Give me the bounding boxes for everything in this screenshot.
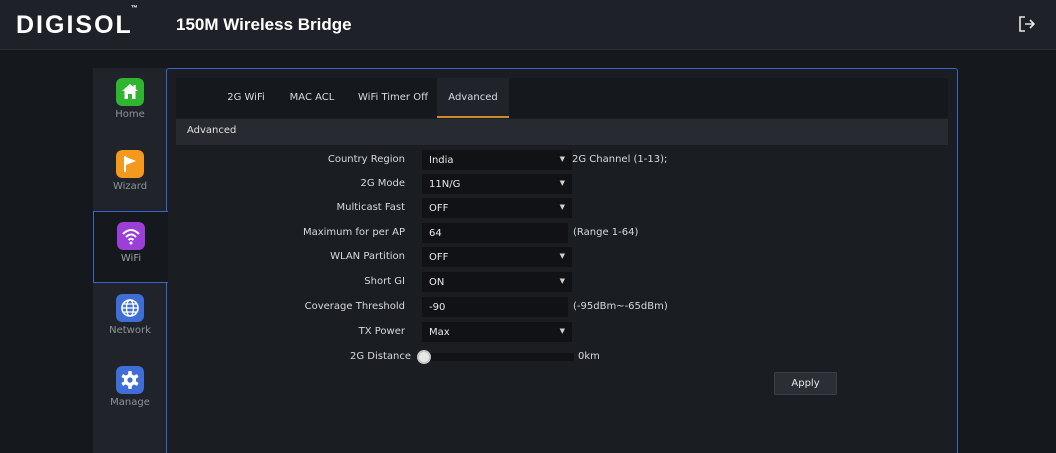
- max-per-ap-input[interactable]: 64: [422, 223, 568, 243]
- sidebar-item-label: Wizard: [112, 181, 148, 192]
- row-tx-power: TX Power Max ▼: [167, 322, 957, 342]
- home-icon: [116, 78, 144, 106]
- content-panel: 2G WiFi MAC ACL WiFi Timer Off Advanced …: [166, 68, 958, 453]
- multicast-fast-label: Multicast Fast: [336, 202, 405, 213]
- sidebar: Home Wizard WiFi Network Manage: [93, 68, 168, 453]
- 2g-mode-label: 2G Mode: [360, 178, 405, 189]
- logout-icon[interactable]: [1016, 13, 1038, 35]
- apply-button[interactable]: Apply: [774, 372, 837, 395]
- flag-icon: [116, 150, 144, 178]
- caret-down-icon: ▼: [559, 179, 565, 187]
- short-gi-select[interactable]: ON ▼: [422, 272, 572, 292]
- row-2g-mode: 2G Mode 11N/G ▼: [167, 174, 957, 194]
- coverage-threshold-input[interactable]: -90: [422, 297, 568, 317]
- multicast-fast-select[interactable]: OFF ▼: [422, 198, 572, 218]
- sidebar-item-manage[interactable]: Manage: [93, 356, 167, 426]
- section-header: Advanced: [176, 119, 948, 145]
- channel-hint: 2G Channel (1-13);: [572, 154, 668, 165]
- row-coverage-threshold: Coverage Threshold -90 (-95dBm~-65dBm): [167, 297, 957, 317]
- sidebar-item-label: WiFi: [120, 253, 142, 264]
- row-multicast-fast: Multicast Fast OFF ▼: [167, 198, 957, 218]
- caret-down-icon: ▼: [559, 327, 565, 335]
- section-title: Advanced: [187, 125, 237, 136]
- sidebar-item-label: Home: [115, 109, 145, 120]
- top-bar: DIGISOL™ 150M Wireless Bridge: [0, 0, 1056, 50]
- sidebar-item-home[interactable]: Home: [93, 68, 167, 138]
- country-region-label: Country Region: [327, 154, 405, 165]
- globe-icon: [116, 294, 144, 322]
- sidebar-item-label: Manage: [110, 397, 150, 408]
- tab-advanced[interactable]: Advanced: [437, 78, 509, 118]
- sidebar-item-label: Network: [109, 325, 151, 336]
- country-region-select[interactable]: India ▼: [422, 150, 572, 170]
- row-max-per-ap: Maximum for per AP 64 (Range 1-64): [167, 223, 957, 243]
- distance-value: 0km: [578, 351, 600, 362]
- wlan-partition-select[interactable]: OFF ▼: [422, 247, 572, 267]
- wlan-partition-label: WLAN Partition: [330, 251, 405, 262]
- short-gi-label: Short GI: [364, 276, 405, 287]
- coverage-threshold-hint: (-95dBm~-65dBm): [573, 301, 668, 312]
- caret-down-icon: ▼: [559, 252, 565, 260]
- 2g-mode-select[interactable]: 11N/G ▼: [422, 174, 572, 194]
- tab-mac-acl[interactable]: MAC ACL: [286, 78, 338, 118]
- row-short-gi: Short GI ON ▼: [167, 272, 957, 292]
- tx-power-label: TX Power: [358, 326, 405, 337]
- tab-2g-wifi[interactable]: 2G WiFi: [220, 78, 272, 118]
- max-per-ap-label: Maximum for per AP: [302, 227, 405, 238]
- distance-slider-track[interactable]: [429, 353, 574, 361]
- caret-down-icon: ▼: [559, 155, 565, 163]
- wifi-icon: [117, 222, 145, 250]
- tx-power-select[interactable]: Max ▼: [422, 322, 572, 342]
- row-wlan-partition: WLAN Partition OFF ▼: [167, 247, 957, 267]
- row-country-region: Country Region India ▼ 2G Channel (1-13)…: [167, 150, 957, 170]
- tab-wifi-timer-off[interactable]: WiFi Timer Off: [356, 78, 430, 118]
- gear-icon: [116, 366, 144, 394]
- coverage-threshold-label: Coverage Threshold: [304, 301, 405, 312]
- sidebar-item-wifi[interactable]: WiFi: [93, 211, 168, 283]
- row-2g-distance: 2G Distance 0km: [167, 347, 957, 367]
- caret-down-icon: ▼: [559, 203, 565, 211]
- brand-logo: DIGISOL™: [16, 4, 138, 39]
- product-title: 150M Wireless Bridge: [176, 15, 352, 34]
- max-per-ap-hint: (Range 1-64): [573, 227, 639, 238]
- caret-down-icon: ▼: [559, 277, 565, 285]
- sidebar-item-network[interactable]: Network: [93, 284, 167, 354]
- distance-slider-handle[interactable]: [417, 350, 431, 364]
- tab-bar: 2G WiFi MAC ACL WiFi Timer Off Advanced: [176, 78, 948, 118]
- 2g-distance-label: 2G Distance: [349, 351, 411, 362]
- sidebar-item-wizard[interactable]: Wizard: [93, 140, 167, 210]
